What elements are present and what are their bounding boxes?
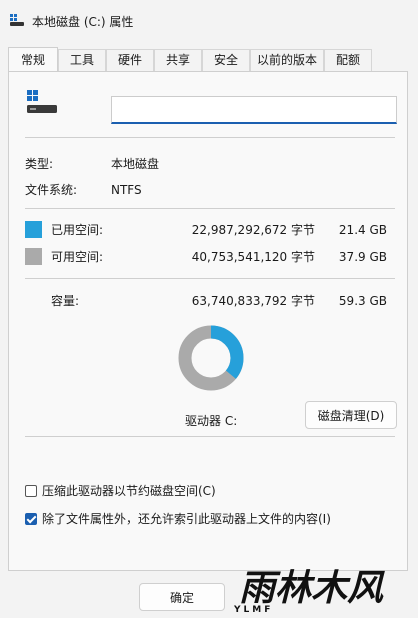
title-bar: 本地磁盘 (C:) 属性 [0, 0, 418, 44]
usage-donut-chart [178, 325, 244, 391]
used-space-bytes: 22,987,292,672 字节 [191, 223, 315, 237]
used-space-swatch [25, 221, 42, 238]
type-label: 类型: [25, 157, 54, 171]
svg-text:雨林木风: 雨林木风 [239, 568, 385, 609]
tab-security[interactable]: 安全 [202, 49, 250, 71]
index-checkbox[interactable] [25, 513, 37, 525]
index-label: 除了文件属性外，还允许索引此驱动器上文件的内容(I) [42, 512, 331, 526]
divider [25, 137, 395, 138]
divider [25, 278, 395, 279]
divider [25, 436, 395, 437]
tab-hardware[interactable]: 硬件 [106, 49, 154, 71]
file-system-label: 文件系统: [25, 183, 78, 197]
free-space-label: 可用空间: [51, 250, 104, 264]
compress-label: 压缩此驱动器以节约磁盘空间(C) [42, 484, 216, 498]
file-system-value: NTFS [111, 183, 142, 197]
used-space-size: 21.4 GB [338, 223, 387, 237]
tab-general[interactable]: 常规 [8, 47, 58, 72]
tab-sharing[interactable]: 共享 [154, 49, 202, 71]
compress-checkbox[interactable] [25, 485, 37, 497]
capacity-size: 59.3 GB [338, 294, 387, 308]
free-space-swatch [25, 248, 42, 265]
capacity-bytes: 63,740,833,792 字节 [191, 294, 315, 308]
general-panel: 类型: 本地磁盘 文件系统: NTFS 已用空间: 22,987,292,672… [8, 71, 408, 571]
type-value: 本地磁盘 [111, 157, 160, 171]
drive-letter-label: 驱动器 C: [185, 414, 238, 428]
capacity-label: 容量: [51, 294, 80, 308]
tab-previous-versions[interactable]: 以前的版本 [250, 49, 324, 71]
tab-tools[interactable]: 工具 [58, 49, 106, 71]
divider [25, 208, 395, 209]
tab-quota[interactable]: 配额 [324, 49, 372, 71]
drive-icon [27, 90, 57, 113]
drive-name-input[interactable] [111, 96, 397, 124]
used-space-label: 已用空间: [51, 223, 104, 237]
drive-icon [10, 14, 24, 26]
free-space-bytes: 40,753,541,120 字节 [191, 250, 315, 264]
window-title: 本地磁盘 (C:) 属性 [32, 15, 134, 29]
disk-cleanup-button[interactable]: 磁盘清理(D) [305, 401, 397, 429]
ylmf-watermark-logo: 雨林木风 YLMF [233, 568, 385, 615]
svg-text:YLMF: YLMF [233, 605, 273, 615]
free-space-size: 37.9 GB [338, 250, 387, 264]
